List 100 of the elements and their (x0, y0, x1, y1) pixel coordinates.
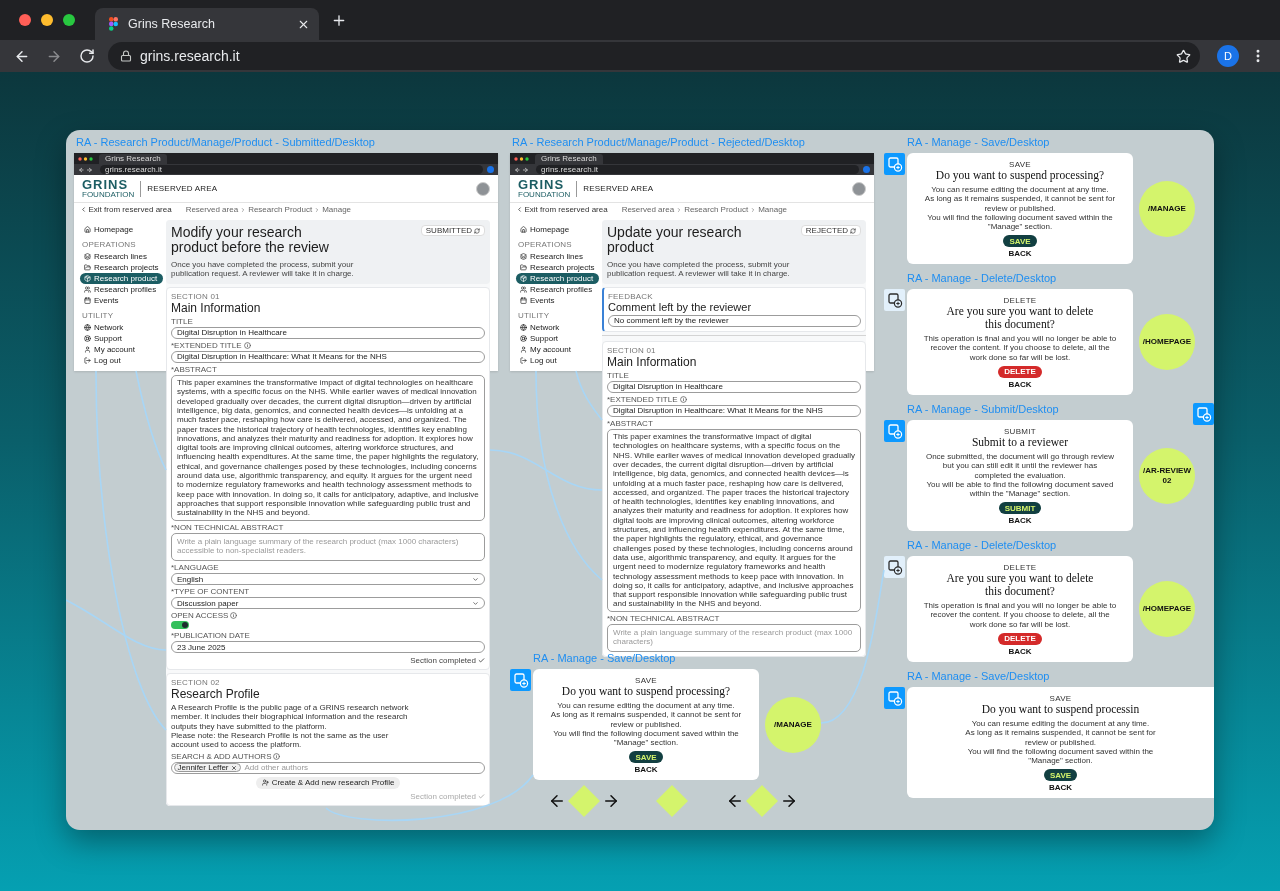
textarea-field[interactable]: This paper examines the transformative impact of digital technologies on healthcare systems, with a specific focus on the NHS. While earlier waves of medical innovation developed gradually over decades, the current digital disruption—driven by artificial intelligence, big data, genomics, and connected health devices—is unfolding at a much faster pace, reshaping how care is delivered, accessed, and organized. The paper traces the historical trajectory of health technologies, identifies key enabling innovations, and analyzes their maturity and readiness for adoption. It explores how digital tools are improving clinical outcomes, altering workforce structures, and influencing health expenditures. At the same time, the paper highlights the regulatory, ethical, and governance challenges posed by these technologies, including concerns around data use, algorithmic transparency, and equity. It argues for the urgent need to modernize regulatory frameworks and health technology assessment methods to keep pace with innovation. In doing so, it calls for anticipatory, adaptive, and inclusive approaches that support responsible innovation while safeguarding public trust and sustainability in the NHS and beyond. (607, 428, 861, 613)
sidebar-item[interactable]: Research product (80, 273, 164, 284)
info-icon[interactable] (273, 752, 281, 760)
sidebar-item[interactable]: Research lines (516, 251, 589, 262)
confirm-button[interactable]: DELETE (998, 632, 1042, 645)
calendar-icon (520, 297, 527, 304)
exit-link[interactable]: Exit from reserved area (516, 205, 608, 214)
user-avatar[interactable] (852, 181, 866, 196)
confirm-button[interactable]: SAVE (629, 751, 663, 764)
frame-flow-icon[interactable] (884, 556, 905, 578)
sidebar-item[interactable]: Homepage (516, 224, 576, 235)
sidebar-item[interactable]: Events (516, 295, 561, 306)
area-title: RESERVED AREA (583, 184, 654, 193)
section-title: Research Profile (171, 687, 260, 702)
sidebar-item[interactable]: Support (516, 333, 565, 344)
breadcrumb-link[interactable]: Reserved area (185, 205, 239, 214)
sidebar-item[interactable]: Support (80, 333, 129, 344)
confirm-button[interactable]: DELETE (998, 365, 1042, 378)
sidebar-item[interactable]: Homepage (80, 224, 140, 235)
maximize-window-button[interactable] (63, 14, 75, 26)
frame-flow-icon[interactable] (884, 289, 905, 311)
profile-avatar-button[interactable]: D (1217, 45, 1239, 67)
toggle-switch[interactable] (171, 621, 189, 630)
forward-button[interactable] (46, 48, 62, 64)
textarea-field[interactable]: This paper examines the transformative impact of digital technologies on healthcare systems, with a specific focus on the NHS. While earlier waves of medical innovation developed gradually over decades, the current digital disruption—driven by artificial intelligence, big data, genomics, and connected health devices—is unfolding at a much faster pace, reshaping how care is delivered, accessed, and organized. The paper traces the historical trajectory of health technologies, identifies key enabling innovations, and analyzes their maturity and readiness for adoption. It explores how digital tools are improving clinical outcomes, altering workforce structures, and influencing health expenditures. At the same time, the paper highlights the regulatory, ethical, and governance challenges posed by these technologies, including concerns around data use, algorithmic transparency, and equity. It argues for the urgent need to modernize regulatory frameworks and health technology assessment methods to keep pace with innovation. In doing so, it calls for anticipatory, adaptive, and inclusive approaches that support responsible innovation while safeguarding public trust and sustainability in the NHS and beyond. (171, 374, 485, 522)
address-bar[interactable]: grins.research.it (100, 165, 483, 174)
breadcrumb-link[interactable]: Manage (322, 205, 352, 214)
back-button[interactable] (14, 48, 30, 64)
breadcrumb-link[interactable]: Research Product (248, 205, 313, 214)
sidebar-item[interactable]: Network (516, 322, 566, 333)
dialog-eyebrow: SAVE (635, 676, 657, 685)
user-avatar[interactable] (476, 181, 490, 196)
select-field[interactable]: Discussion paper (171, 597, 485, 610)
browser-tab[interactable]: Grins Research (535, 154, 603, 164)
info-icon[interactable] (230, 612, 238, 620)
sidebar-item[interactable]: Research projects (80, 262, 165, 273)
text-field[interactable]: Digital Disruption in Healthcare (607, 380, 861, 393)
create-profile-button[interactable]: Create & Add new research Profile (255, 776, 401, 789)
section-eyebrow: FEEDBACK (608, 291, 653, 301)
dialog-message: You can resume editing the document at any time. As long as it remains suspended, it cannot be sent for review or published. You will find the following document saved within the "Manage" section. (965, 719, 1156, 766)
bookmark-button[interactable] (1175, 48, 1191, 64)
breadcrumb-link[interactable]: Research Product (684, 205, 749, 214)
back-link[interactable]: BACK (1008, 379, 1032, 389)
reload-button[interactable] (79, 48, 95, 64)
folder-icon (520, 264, 527, 271)
sidebar-item[interactable]: My account (80, 344, 141, 355)
browser-tab[interactable]: Grins Research (95, 8, 319, 40)
info-icon[interactable] (679, 395, 687, 403)
close-window-button[interactable] (19, 14, 31, 26)
select-field[interactable]: English (171, 573, 485, 586)
text-field[interactable]: Digital Disruption in Healthcare: What It Means for the NHS (171, 350, 485, 363)
profile-avatar-icon[interactable] (487, 166, 494, 173)
sidebar-item[interactable]: Research projects (516, 262, 601, 273)
info-icon[interactable] (243, 341, 251, 349)
user-plus-icon (261, 779, 269, 787)
back-link[interactable]: BACK (1048, 783, 1073, 793)
diamond-marker-icon[interactable] (746, 785, 778, 817)
sidebar-item[interactable]: My account (516, 344, 577, 355)
minimize-window-button[interactable] (41, 14, 53, 26)
remove-icon[interactable] (230, 764, 237, 771)
dialog-eyebrow: DELETE (1003, 296, 1037, 305)
comment-field[interactable]: No comment left by the reviewer (608, 314, 861, 327)
confirm-button[interactable]: SAVE (1003, 235, 1037, 248)
route-label: /AR-REVIEW 02 (1139, 447, 1195, 504)
address-bar[interactable]: grins.research.it (108, 42, 1200, 70)
sidebar-item[interactable]: Log out (516, 355, 563, 366)
globe-icon (84, 324, 91, 331)
browser-tab[interactable]: Grins Research (99, 154, 167, 164)
confirm-button[interactable]: SUBMIT (998, 502, 1042, 515)
diamond-marker-icon[interactable] (656, 785, 688, 817)
back-link[interactable]: BACK (1008, 249, 1032, 259)
sidebar-item[interactable]: Network (80, 322, 130, 333)
sidebar-item[interactable]: Research product (516, 273, 600, 284)
back-link[interactable]: BACK (1008, 516, 1032, 526)
sidebar-item[interactable]: Research lines (80, 251, 153, 262)
author-search-field[interactable]: Jennifer Leffer Add other authors (171, 761, 485, 774)
text-field[interactable]: Digital Disruption in Healthcare: What It Means for the NHS (607, 404, 861, 417)
confirm-button[interactable]: SAVE (1043, 769, 1078, 782)
right-arrow-icon (602, 792, 620, 810)
new-tab-button[interactable] (331, 12, 347, 28)
sidebar-item[interactable]: Events (80, 295, 125, 306)
text-field[interactable]: 23 June 2025 (171, 641, 485, 654)
sidebar-item[interactable]: Research profiles (80, 284, 163, 295)
exit-link[interactable]: Exit from reserved area (80, 205, 172, 214)
dialog-heading: Are you sure you want to delete this document? (946, 305, 1094, 331)
profile-avatar-icon[interactable] (863, 166, 870, 173)
breadcrumb-link[interactable]: Manage (758, 205, 788, 214)
sidebar-item[interactable]: Log out (80, 355, 127, 366)
logout-icon (520, 357, 527, 364)
check-icon (478, 792, 485, 800)
status-label: SUBMITTED (425, 226, 472, 235)
sidebar-item[interactable]: Research profiles (516, 284, 599, 295)
address-bar[interactable]: grins.research.it (536, 165, 859, 174)
breadcrumb-link[interactable]: Reserved area (621, 205, 675, 214)
text-field[interactable]: Digital Disruption in Healthcare (171, 326, 485, 339)
author-chip[interactable]: Jennifer Leffer (173, 763, 241, 773)
back-link[interactable]: BACK (1008, 646, 1032, 656)
diamond-marker-icon[interactable] (568, 785, 600, 817)
back-link[interactable]: BACK (634, 765, 658, 775)
section-title: Comment left by the reviewer (608, 300, 752, 314)
